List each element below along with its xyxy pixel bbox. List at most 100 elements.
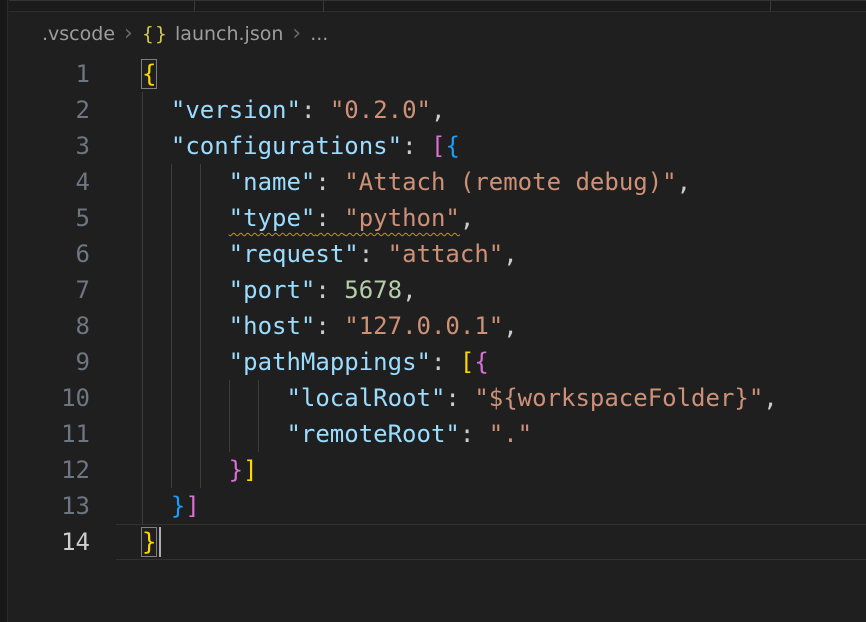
code-token: "python" <box>344 204 460 232</box>
code-line-content[interactable]: "remoteRoot": "." <box>116 416 866 452</box>
code-line-content[interactable]: "request": "attach", <box>116 236 866 272</box>
code-token: ] <box>243 456 257 484</box>
line-number[interactable]: 11 <box>9 416 116 452</box>
tab-separator <box>194 1 195 12</box>
line-number[interactable]: 7 <box>9 272 116 308</box>
indent-guide <box>171 236 200 272</box>
line-number[interactable]: 12 <box>9 452 116 488</box>
indent-guide <box>142 164 171 200</box>
indent-guide <box>200 272 229 308</box>
code-token: : <box>301 96 330 124</box>
code-line-content[interactable]: "type": "python", <box>116 200 866 236</box>
line-number[interactable]: 4 <box>9 164 116 200</box>
code-line-content[interactable]: { <box>116 56 866 92</box>
code-token: , <box>431 96 445 124</box>
line-number[interactable]: 3 <box>9 128 116 164</box>
code-token: : <box>402 132 431 160</box>
breadcrumb-folder[interactable]: .vscode <box>42 23 115 45</box>
code-token: : <box>460 420 489 448</box>
line-number[interactable]: 8 <box>9 308 116 344</box>
code-line: 7"port": 5678, <box>9 272 866 308</box>
code-line: 14} <box>9 524 866 560</box>
code-token: , <box>763 384 777 412</box>
code-line-content[interactable]: }] <box>116 488 866 524</box>
indent-guide <box>171 272 200 308</box>
code-line-content[interactable]: "version": "0.2.0", <box>116 92 866 128</box>
breadcrumb-file[interactable]: launch.json <box>175 23 283 45</box>
line-number[interactable]: 6 <box>9 236 116 272</box>
indent-guide <box>200 308 229 344</box>
indent-guide <box>171 200 200 236</box>
code-token: : <box>315 312 344 340</box>
code-line-content[interactable]: "port": 5678, <box>116 272 866 308</box>
code-token: "${workspaceFolder}" <box>474 384 763 412</box>
code-line: 1{ <box>9 56 866 92</box>
code-token: , <box>460 204 474 232</box>
indent-guide <box>142 236 171 272</box>
code-line-content[interactable]: } <box>116 524 866 560</box>
indent-guide <box>142 200 171 236</box>
indent-guide <box>200 200 229 236</box>
code-token: "localRoot" <box>286 384 445 412</box>
code-token: "version" <box>171 96 301 124</box>
indent-guide <box>171 344 200 380</box>
line-number[interactable]: 5 <box>9 200 116 236</box>
code-token: : <box>315 168 344 196</box>
code-line-content[interactable]: "configurations": [{ <box>116 128 866 164</box>
code-line-content[interactable]: "name": "Attach (remote debug)", <box>116 164 866 200</box>
code-token: : <box>431 348 460 376</box>
breadcrumb: .vscode › {} launch.json › ... <box>9 12 866 56</box>
line-number[interactable]: 9 <box>9 344 116 380</box>
code-line: 4"name": "Attach (remote debug)", <box>9 164 866 200</box>
code-token: "." <box>489 420 532 448</box>
code-token: , <box>503 312 517 340</box>
tab-separator <box>770 1 771 12</box>
code-line-content[interactable]: }] <box>116 452 866 488</box>
indent-guide <box>258 416 287 452</box>
chevron-right-icon: › <box>283 23 310 45</box>
indent-guide <box>200 236 229 272</box>
code-line: 3"configurations": [{ <box>9 128 866 164</box>
indent-guide <box>200 416 229 452</box>
code-token: "host" <box>229 312 316 340</box>
code-line: 5"type": "python", <box>9 200 866 236</box>
code-line-content[interactable]: "localRoot": "${workspaceFolder}", <box>116 380 866 416</box>
indent-guide <box>142 308 171 344</box>
code-token: : <box>445 384 474 412</box>
code-line: 12}] <box>9 452 866 488</box>
code-line: 8"host": "127.0.0.1", <box>9 308 866 344</box>
code-token: [ <box>431 132 445 160</box>
code-token: [ <box>460 348 474 376</box>
code-lines: 1{2"version": "0.2.0",3"configurations":… <box>9 56 866 560</box>
code-token: "configurations" <box>171 132 402 160</box>
indent-guide <box>142 92 171 128</box>
indent-guide <box>229 380 258 416</box>
code-token: "0.2.0" <box>330 96 431 124</box>
indent-guide <box>200 164 229 200</box>
code-token: { <box>445 132 459 160</box>
code-editor[interactable]: 1{2"version": "0.2.0",3"configurations":… <box>9 56 866 622</box>
line-number[interactable]: 10 <box>9 380 116 416</box>
line-number[interactable]: 13 <box>9 488 116 524</box>
code-line-content[interactable]: "pathMappings": [{ <box>116 344 866 380</box>
line-number[interactable]: 2 <box>9 92 116 128</box>
indent-guide <box>142 380 171 416</box>
sidebar-edge <box>0 0 8 622</box>
indent-guide <box>171 308 200 344</box>
line-number[interactable]: 1 <box>9 56 116 92</box>
code-token: { <box>142 60 156 88</box>
code-token: , <box>402 276 416 304</box>
indent-guide <box>200 344 229 380</box>
indent-guide <box>142 128 171 164</box>
indent-guide <box>171 380 200 416</box>
code-line: 13}] <box>9 488 866 524</box>
code-line: 10"localRoot": "${workspaceFolder}", <box>9 380 866 416</box>
breadcrumb-symbol-path[interactable]: ... <box>310 23 328 45</box>
code-line-content[interactable]: "host": "127.0.0.1", <box>116 308 866 344</box>
indent-guide <box>142 344 171 380</box>
indent-guide <box>142 452 171 488</box>
json-file-icon: {} <box>142 23 168 45</box>
line-number[interactable]: 14 <box>9 524 116 560</box>
indent-guide <box>200 452 229 488</box>
code-token: { <box>474 348 488 376</box>
